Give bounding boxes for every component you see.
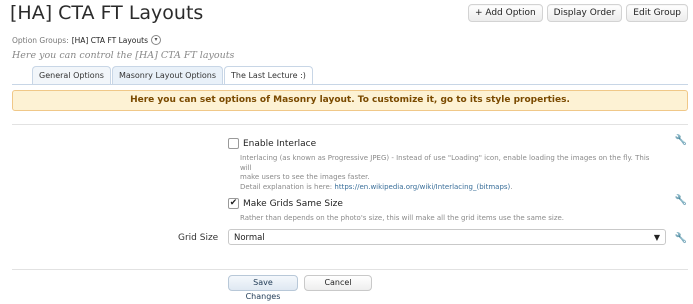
option-groups-selector: Option Groups: [HA] CTA FT Layouts ▾ bbox=[12, 35, 161, 45]
cancel-button[interactable]: Cancel bbox=[304, 275, 372, 291]
option-groups-value[interactable]: [HA] CTA FT Layouts bbox=[72, 36, 148, 45]
page-title: [HA] CTA FT Layouts bbox=[10, 2, 204, 24]
interlace-explain-line: make users to see the images faster. bbox=[240, 173, 370, 181]
interlace-explain: Interlacing (as known as Progressive JPE… bbox=[240, 154, 663, 192]
grid-size-label: Grid Size bbox=[178, 233, 219, 243]
tab-masonry-layout-options[interactable]: Masonry Layout Options bbox=[111, 66, 224, 84]
grid-size-select[interactable]: Normal ▼ bbox=[228, 229, 666, 245]
option-groups-label: Option Groups: bbox=[12, 35, 69, 45]
top-toolbar: + Add Option Display Order Edit Group bbox=[467, 4, 688, 22]
caret-down-icon: ▼ bbox=[653, 233, 660, 242]
wikipedia-link[interactable]: https://en.wikipedia.org/wiki/Interlacin… bbox=[334, 183, 510, 191]
interlace-explain-line: Detail explanation is here: https://en.w… bbox=[240, 183, 663, 193]
save-changes-button[interactable]: Save Changes bbox=[228, 275, 298, 301]
grid-size-value: Normal bbox=[234, 233, 265, 243]
interlace-explain-line: Interlacing (as known as Progressive JPE… bbox=[240, 154, 650, 172]
chevron-down-icon[interactable]: ▾ bbox=[151, 35, 161, 45]
page-description: Here you can control the [HA] CTA FT lay… bbox=[12, 50, 235, 61]
same-size-label[interactable]: Make Grids Same Size bbox=[243, 199, 343, 209]
same-size-checkbox[interactable]: ✔ bbox=[228, 198, 239, 209]
wrench-icon[interactable]: 🔧 bbox=[675, 233, 687, 244]
display-order-button[interactable]: Display Order bbox=[546, 4, 623, 22]
interlace-label[interactable]: Enable Interlace bbox=[243, 139, 316, 149]
tab-general-options[interactable]: General Options bbox=[32, 66, 111, 84]
interlace-explain-suffix: . bbox=[510, 182, 513, 191]
section-divider bbox=[12, 124, 688, 125]
interlace-explain-prefix: Detail explanation is here: bbox=[240, 182, 335, 191]
info-notice: Here you can set options of Masonry layo… bbox=[12, 90, 688, 111]
edit-group-button[interactable]: Edit Group bbox=[626, 4, 688, 22]
same-size-explain: Rather than depends on the photo's size,… bbox=[240, 214, 565, 222]
interlace-option: Enable Interlace Interlacing (as known a… bbox=[228, 133, 663, 192]
tabs-divider bbox=[12, 84, 688, 85]
footer-divider bbox=[12, 269, 688, 270]
same-size-option: ✔ Make Grids Same Size Rather than depend… bbox=[228, 193, 663, 224]
tab-bar: General Options Masonry Layout Options T… bbox=[32, 66, 313, 84]
add-option-button[interactable]: + Add Option bbox=[467, 4, 543, 22]
wrench-icon[interactable]: 🔧 bbox=[675, 195, 687, 206]
wrench-icon[interactable]: 🔧 bbox=[675, 135, 687, 146]
tab-the-last-lecture[interactable]: The Last Lecture :) bbox=[224, 66, 313, 84]
interlace-checkbox[interactable] bbox=[228, 138, 239, 149]
